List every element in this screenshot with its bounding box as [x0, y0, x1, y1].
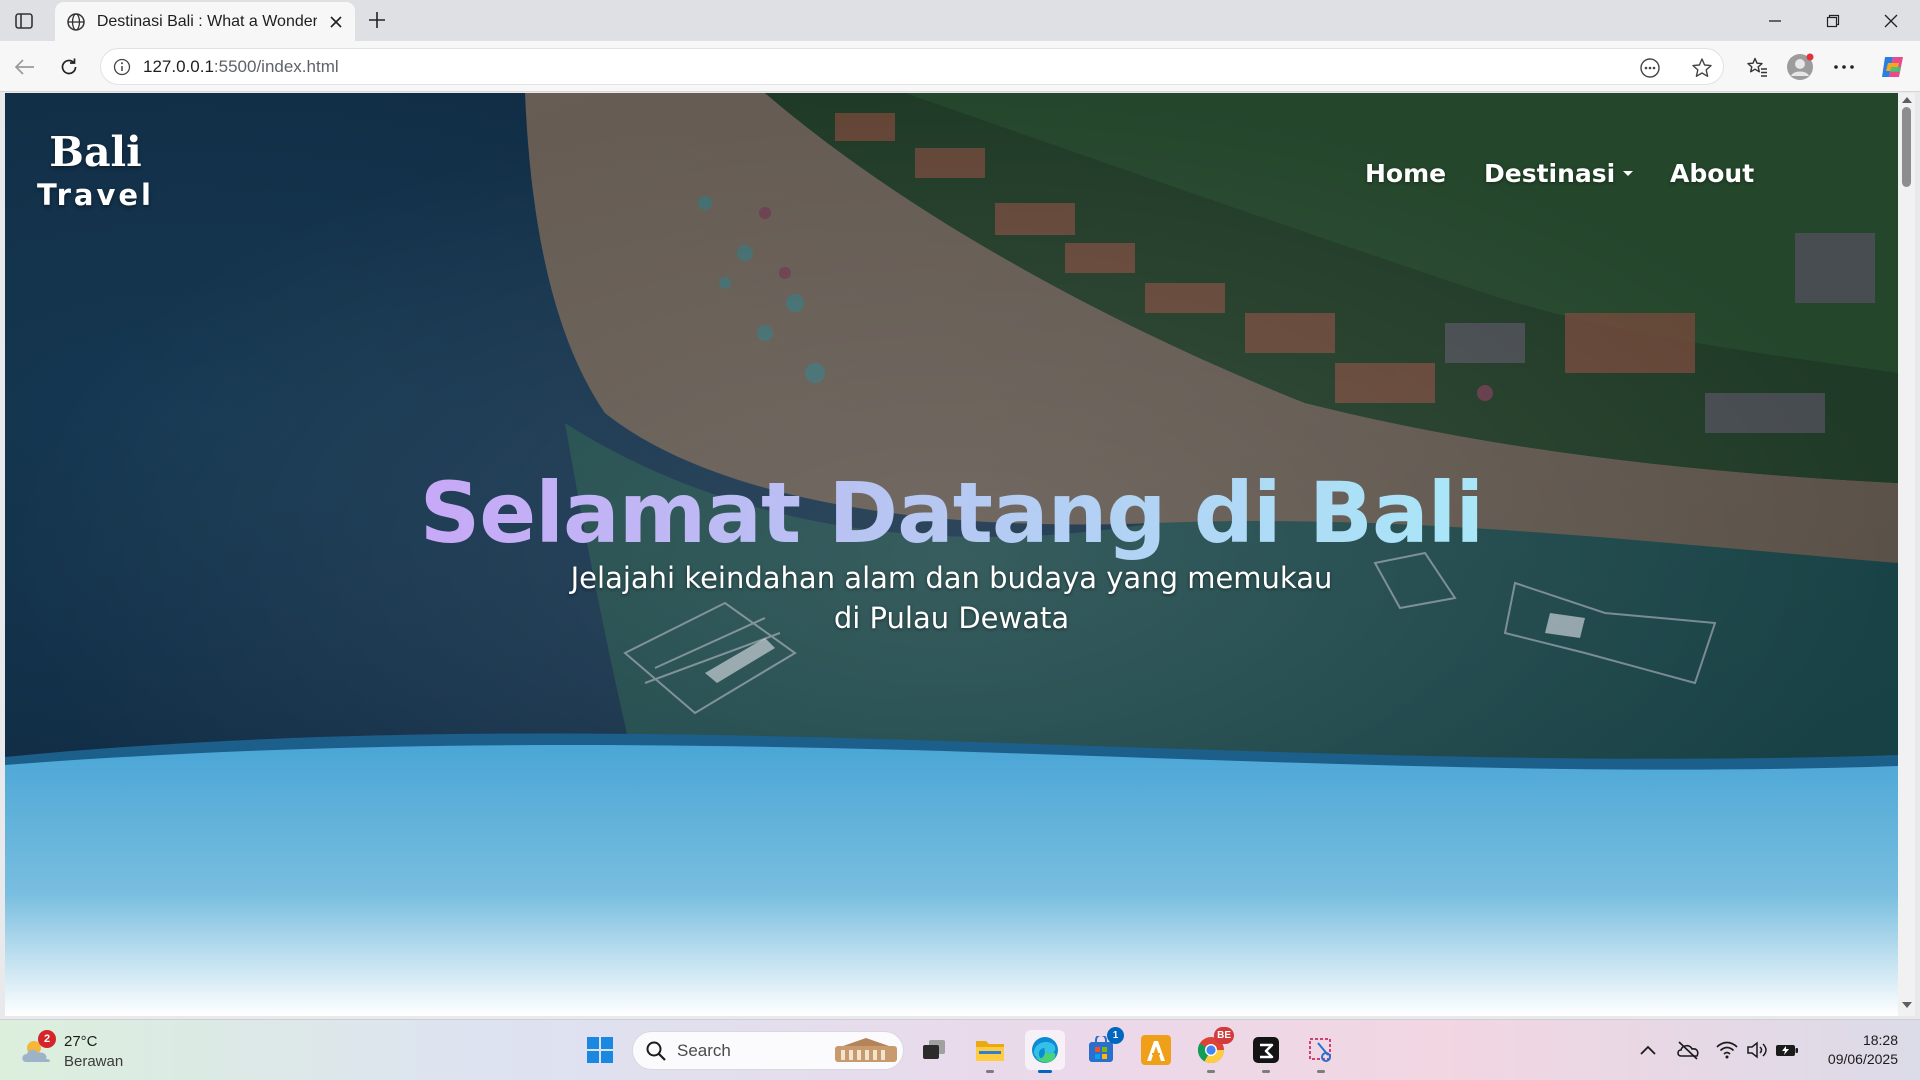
more-menu-icon[interactable]	[1829, 52, 1859, 82]
hero-subtitle-line-2: di Pulau Dewata	[833, 601, 1070, 635]
edge-browser-icon[interactable]	[1025, 1030, 1065, 1073]
address-bar[interactable]: 127.0.0.1:5500/index.html	[100, 48, 1724, 85]
running-indicator	[986, 1070, 994, 1073]
windows-taskbar: 2 27°C Berawan Search 1 BE 18:28 09/06/2…	[0, 1019, 1920, 1080]
caret-down-icon	[1623, 170, 1634, 176]
brand-logo[interactable]: Bali Travel	[37, 129, 154, 213]
site-info-icon[interactable]	[111, 56, 133, 78]
browser-tab-bar: Destinasi Bali : What a Wonderful	[0, 0, 1920, 41]
hero-subtitle-line-1: Jelajahi keindahan alam dan budaya yang …	[570, 561, 1333, 595]
search-placeholder: Search	[677, 1041, 731, 1060]
weather-temperature: 27°C	[64, 1033, 98, 1050]
profile-avatar-icon[interactable]	[1785, 52, 1815, 82]
clock-time: 18:28	[1862, 1032, 1898, 1048]
snipping-tool-icon[interactable]	[1301, 1030, 1341, 1073]
favorite-star-icon[interactable]	[1690, 56, 1714, 80]
search-highlight-icon	[835, 1038, 897, 1062]
running-indicator	[1262, 1070, 1270, 1073]
hero-subtitle: Jelajahi keindahan alam dan budaya yang …	[5, 558, 1898, 638]
hero-title-text: Selamat Datang di Bali	[419, 464, 1484, 562]
close-window-icon[interactable]	[1873, 8, 1909, 34]
battery-charging-icon[interactable]	[1775, 1038, 1799, 1062]
back-arrow-icon[interactable]	[10, 52, 40, 82]
volume-icon[interactable]	[1745, 1038, 1769, 1062]
web-page: Bali Travel Home Destinasi About Selamat…	[5, 93, 1898, 1016]
file-explorer-icon[interactable]	[970, 1030, 1010, 1073]
nav-link-about[interactable]: About	[1670, 159, 1754, 188]
taskbar-search[interactable]: Search	[632, 1031, 904, 1070]
restore-icon[interactable]	[1815, 8, 1851, 34]
globe-icon	[65, 11, 87, 33]
tray-chevron-up-icon[interactable]	[1636, 1038, 1660, 1062]
browser-tab[interactable]: Destinasi Bali : What a Wonderful	[55, 2, 355, 41]
nav-dropdown-destinasi-label: Destinasi	[1484, 159, 1616, 188]
url-host: 127.0.0.1	[143, 57, 214, 76]
favorites-list-icon[interactable]	[1742, 52, 1772, 82]
minimize-icon[interactable]	[1757, 8, 1793, 34]
reload-icon[interactable]	[54, 52, 84, 82]
tab-close-icon[interactable]	[327, 13, 345, 31]
weather-description: Berawan	[64, 1053, 124, 1070]
nav-dropdown-destinasi[interactable]: Destinasi	[1484, 159, 1634, 188]
onedrive-offline-icon[interactable]	[1676, 1038, 1700, 1062]
app-orange-icon[interactable]	[1136, 1030, 1176, 1070]
hero-title: Selamat Datang di Bali	[5, 463, 1898, 563]
store-notification-badge: 1	[1107, 1027, 1124, 1044]
read-aloud-icon[interactable]	[1638, 56, 1662, 80]
scroll-down-arrow-icon[interactable]	[1902, 1002, 1912, 1008]
new-tab-plus-icon[interactable]	[364, 7, 390, 33]
nav-link-home-label: Home	[1365, 159, 1447, 188]
chrome-icon[interactable]: BE	[1191, 1027, 1234, 1073]
task-view-icon[interactable]	[914, 1030, 954, 1070]
browser-toolbar: 127.0.0.1:5500/index.html	[0, 41, 1920, 92]
search-icon	[646, 1041, 666, 1061]
brand-logo-travel: Travel	[37, 178, 154, 212]
clock-date: 09/06/2025	[1827, 1051, 1898, 1067]
nav-link-about-label: About	[1670, 159, 1755, 188]
copilot-icon[interactable]	[1878, 52, 1908, 82]
running-indicator-active	[1038, 1070, 1052, 1073]
url-path: :5500/index.html	[213, 57, 339, 76]
weather-alert-badge: 2	[38, 1030, 56, 1048]
nav-link-home[interactable]: Home	[1365, 159, 1446, 188]
tab-title: Destinasi Bali : What a Wonderful	[96, 12, 318, 30]
url-text: 127.0.0.1:5500/index.html	[143, 57, 339, 77]
weather-widget[interactable]: 2 27°C Berawan	[20, 1030, 140, 1074]
running-indicator	[1207, 1070, 1215, 1073]
scrollbar-thumb[interactable]	[1902, 107, 1911, 187]
microsoft-store-icon[interactable]: 1	[1081, 1027, 1124, 1070]
sidebar-toggle-icon[interactable]	[12, 10, 36, 32]
chrome-profile-badge: BE	[1214, 1027, 1234, 1044]
brand-logo-bali: Bali	[49, 128, 142, 176]
running-indicator	[1317, 1070, 1325, 1073]
scroll-up-arrow-icon[interactable]	[1902, 97, 1912, 103]
start-windows-icon[interactable]	[580, 1030, 620, 1070]
system-clock[interactable]: 18:28 09/06/2025	[1812, 1031, 1898, 1069]
wifi-icon[interactable]	[1715, 1038, 1739, 1062]
app-black-icon[interactable]	[1246, 1030, 1286, 1073]
page-scrollbar[interactable]	[1898, 93, 1915, 1016]
